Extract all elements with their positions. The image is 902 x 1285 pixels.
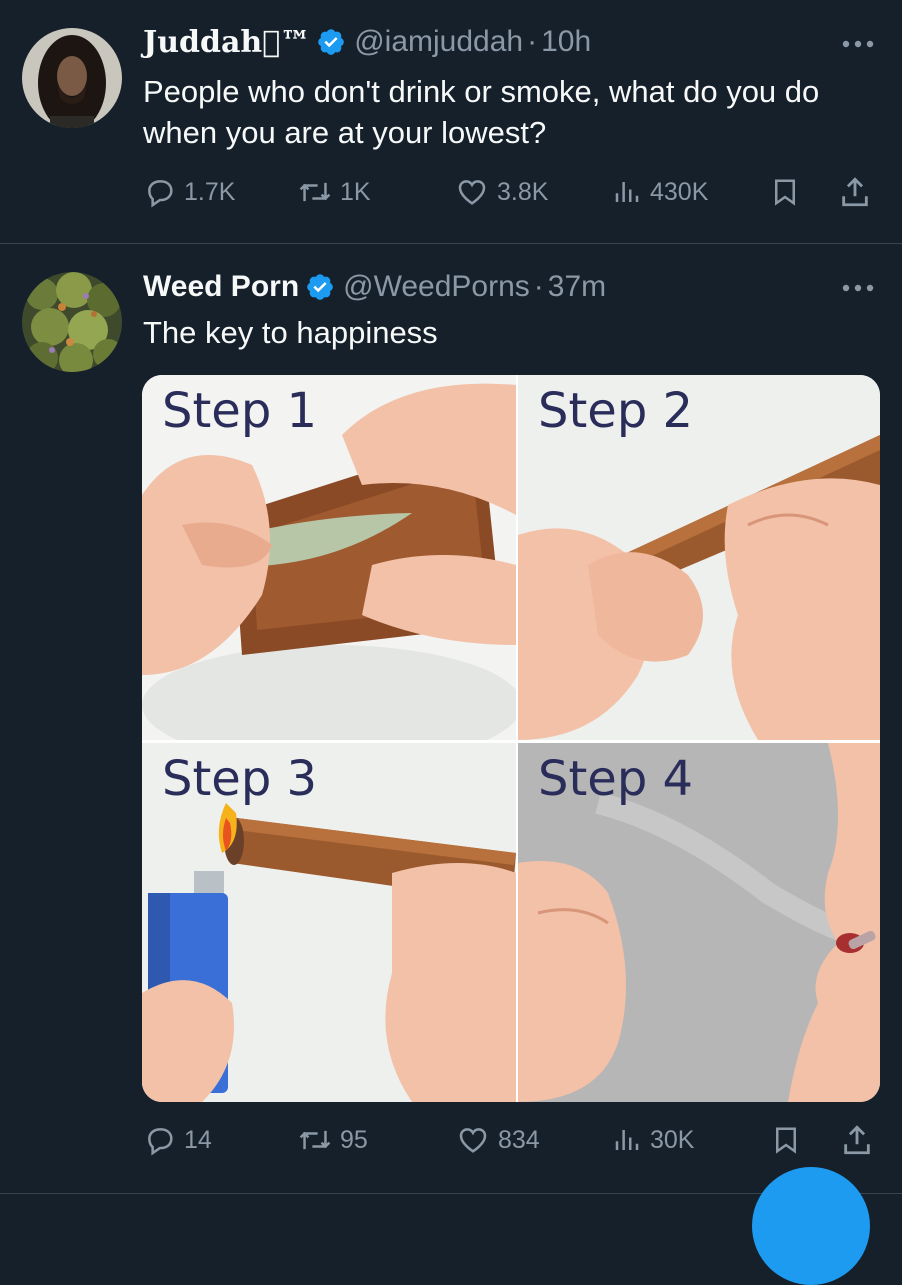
repost-button[interactable]: 1K — [298, 170, 371, 214]
media-panel-step-2: Step 2 — [518, 375, 880, 740]
compose-button[interactable] — [752, 1167, 870, 1285]
reply-icon — [148, 180, 173, 208]
timestamp[interactable]: 10h — [541, 25, 591, 59]
display-name[interactable]: Weed Porn — [143, 270, 299, 304]
like-count: 834 — [498, 1125, 540, 1154]
action-bar: 14 95 834 30K — [0, 1118, 902, 1162]
avatar[interactable] — [22, 272, 122, 372]
separator-dot: · — [533, 270, 544, 303]
avatar[interactable] — [22, 28, 122, 128]
views-button[interactable]: 430K — [612, 170, 708, 214]
separator-dot: · — [519, 25, 537, 58]
repost-count: 1K — [340, 177, 371, 206]
media-grid-divider-horizontal — [142, 740, 880, 743]
share-icon — [842, 177, 868, 207]
bookmark-icon — [775, 179, 795, 206]
repost-count: 95 — [340, 1125, 368, 1154]
step-label: Step 4 — [538, 751, 694, 807]
views-icon — [615, 182, 639, 202]
timestamp[interactable]: 37m — [548, 270, 606, 304]
step-label: Step 3 — [162, 751, 318, 807]
step-label: Step 2 — [538, 383, 694, 439]
verified-badge-icon — [307, 274, 333, 300]
handle[interactable]: @iamjuddah — [354, 25, 523, 59]
tweet-media-image[interactable]: Step 1 Step 2 Step 3 Step 4 — [142, 375, 880, 1102]
tweet-text: The key to happiness — [143, 315, 438, 350]
views-count: 430K — [650, 177, 709, 206]
media-panel-step-4: Step 4 — [518, 743, 880, 1102]
repost-icon — [299, 182, 331, 202]
more-icon[interactable] — [834, 24, 874, 64]
bookmark-icon — [776, 1127, 796, 1154]
reply-button[interactable]: 14 — [144, 1118, 212, 1162]
views-icon — [615, 1130, 639, 1150]
like-count: 3.8K — [497, 177, 549, 206]
views-button[interactable]: 30K — [612, 1118, 694, 1162]
like-button[interactable]: 3.8K — [455, 170, 548, 214]
tweet-1[interactable]: Juddah™ @iamjuddah · 10h People who don… — [0, 0, 902, 243]
reply-count: 14 — [184, 1125, 212, 1154]
verified-badge-icon — [318, 29, 345, 55]
tweet-text: People who don't drink or smoke, what do… — [143, 74, 820, 150]
step-label: Step 1 — [162, 383, 318, 439]
like-button[interactable]: 834 — [456, 1118, 540, 1162]
reply-button[interactable]: 1.7K — [144, 170, 235, 214]
media-grid-divider-vertical — [516, 375, 518, 1102]
reply-count: 1.7K — [184, 177, 236, 206]
views-count: 30K — [650, 1125, 695, 1154]
more-icon[interactable] — [834, 268, 874, 308]
reply-icon — [148, 1128, 173, 1156]
repost-icon — [299, 1130, 331, 1150]
bookmark-button[interactable] — [770, 170, 800, 214]
display-name[interactable]: Juddah™ — [143, 25, 310, 60]
repost-button[interactable]: 95 — [298, 1118, 368, 1162]
bookmark-button[interactable] — [771, 1118, 801, 1162]
share-button[interactable] — [838, 170, 872, 214]
share-icon — [844, 1125, 870, 1155]
action-bar: 1.7K 1K 3.8K 430K — [0, 170, 902, 214]
media-panel-step-3: Step 3 — [142, 743, 516, 1102]
media-panel-step-1: Step 1 — [142, 375, 516, 740]
like-icon — [459, 1128, 487, 1153]
share-button[interactable] — [840, 1118, 874, 1162]
handle[interactable]: @WeedPorns — [343, 270, 530, 304]
like-icon — [458, 180, 486, 205]
